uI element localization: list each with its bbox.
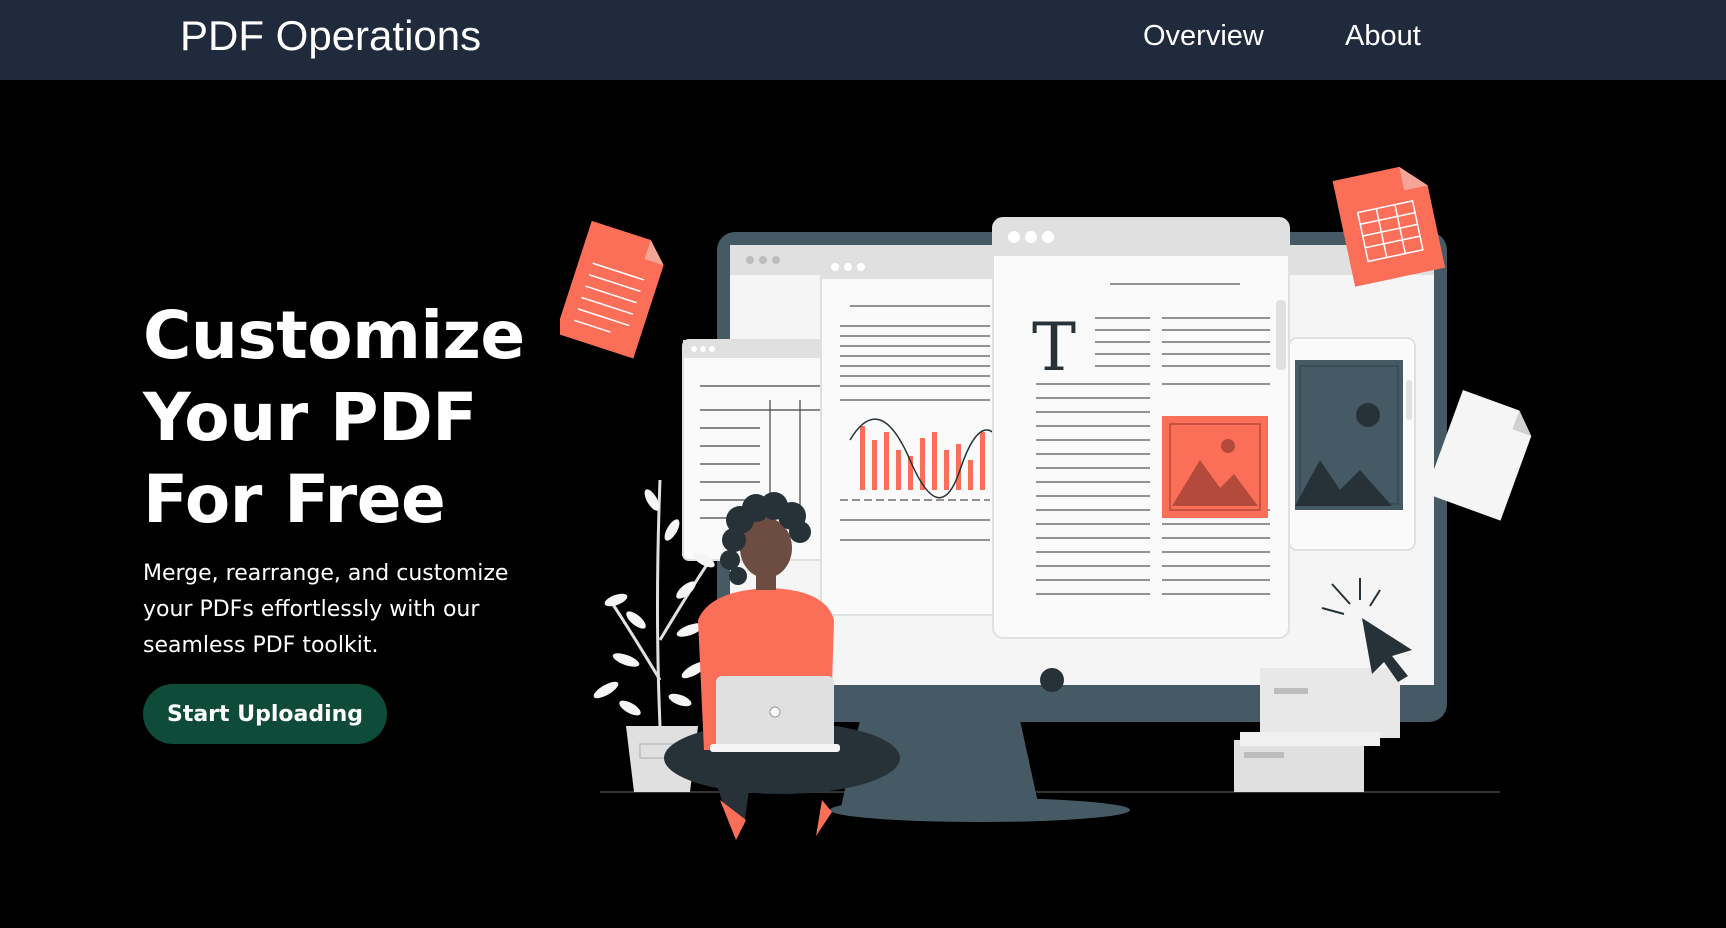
document-letter-glyph: T bbox=[1032, 309, 1076, 386]
hero-title: Customize Your PDF For Free bbox=[143, 295, 563, 541]
start-uploading-button[interactable]: Start Uploading bbox=[143, 684, 387, 744]
hero-illustration: T bbox=[560, 166, 1532, 840]
hero-title-line: For Free bbox=[143, 461, 446, 538]
nav-link-about[interactable]: About bbox=[1345, 20, 1421, 53]
pdf-document-icon bbox=[560, 220, 664, 359]
brand-logo-text[interactable]: PDF Operations bbox=[180, 12, 481, 60]
nav-link-overview[interactable]: Overview bbox=[1143, 20, 1264, 53]
top-navbar: PDF Operations Overview About bbox=[0, 0, 1726, 80]
chart-window-illustration bbox=[820, 254, 1002, 616]
hero-title-line: Your PDF bbox=[143, 379, 477, 456]
document-window-illustration: T bbox=[992, 217, 1290, 639]
image-window-illustration bbox=[1288, 337, 1416, 551]
hero-title-line: Customize bbox=[143, 297, 525, 374]
hero-description: Merge, rearrange, and customize your PDF… bbox=[143, 561, 509, 658]
